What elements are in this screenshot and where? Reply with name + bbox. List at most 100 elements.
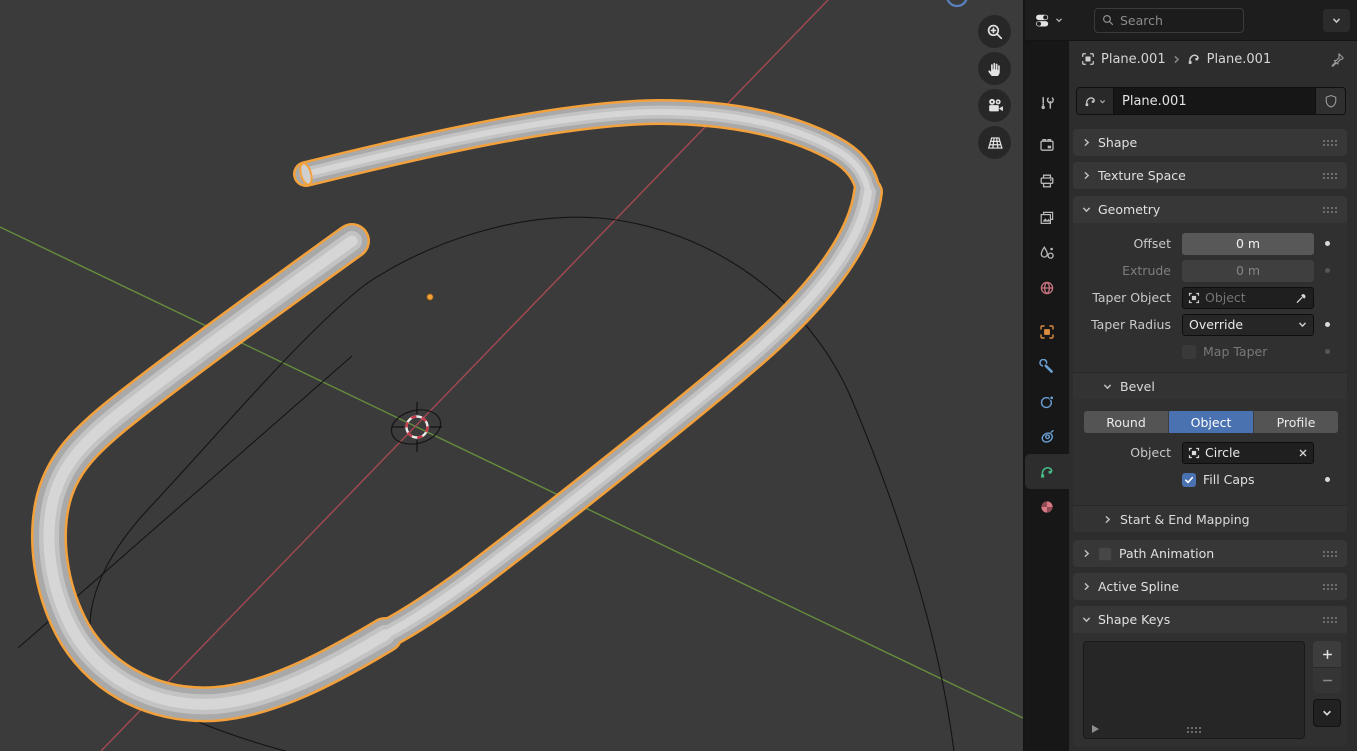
animate-decorator[interactable]	[1325, 349, 1330, 354]
header-options-button[interactable]	[1323, 9, 1350, 32]
tab-material[interactable]	[1025, 489, 1069, 524]
add-icon	[1322, 649, 1333, 660]
tab-output[interactable]	[1025, 163, 1069, 198]
tab-world[interactable]	[1025, 270, 1069, 305]
filter-triangle-icon[interactable]	[1092, 725, 1099, 733]
bevel-mode-segmented: Round Object Profile	[1084, 411, 1338, 433]
datablock-name-field[interactable]: Plane.001	[1114, 88, 1315, 114]
extrude-row: Extrude 0 m	[1073, 259, 1347, 282]
add-shape-key-button[interactable]	[1313, 641, 1341, 667]
viewport-scene	[0, 0, 1023, 751]
remove-shape-key-button[interactable]	[1313, 667, 1341, 693]
bevel-object-field[interactable]: Circle	[1182, 442, 1314, 464]
panel-path-animation-header[interactable]: Path Animation	[1073, 540, 1347, 567]
offset-input[interactable]: 0 m	[1182, 233, 1314, 255]
constraints-icon	[1039, 429, 1055, 445]
physics-icon	[1039, 394, 1055, 410]
object-origin-dot[interactable]	[427, 294, 433, 300]
bevel-subpanel-header[interactable]: Bevel	[1073, 372, 1347, 399]
search-input[interactable]: Search	[1094, 8, 1244, 33]
output-printer-icon	[1039, 173, 1055, 189]
panel-shape-keys-header[interactable]: Shape Keys	[1073, 606, 1347, 633]
zoom-button[interactable]	[978, 15, 1011, 48]
grip-icon[interactable]	[1322, 206, 1338, 213]
bevel-mode-object[interactable]: Object	[1169, 411, 1254, 433]
shape-keys-specials-button[interactable]	[1313, 699, 1341, 727]
3d-viewport[interactable]	[0, 0, 1023, 751]
panel-texture-space-header[interactable]: Texture Space	[1073, 162, 1347, 189]
animate-decorator[interactable]	[1325, 322, 1330, 327]
grip-icon[interactable]	[1322, 583, 1338, 590]
tab-render[interactable]	[1025, 127, 1069, 162]
pan-hand-icon	[986, 60, 1004, 78]
bevel-mode-profile[interactable]: Profile	[1254, 411, 1338, 433]
camera-view-button[interactable]	[978, 89, 1011, 122]
start-end-mapping-header[interactable]: Start & End Mapping	[1073, 505, 1347, 532]
chevron-right-icon	[1082, 171, 1091, 180]
panel-texture-space: Texture Space	[1073, 162, 1347, 189]
chevron-down-icon	[1332, 16, 1341, 25]
curve-data-icon	[1084, 95, 1097, 108]
animate-decorator[interactable]	[1325, 268, 1330, 273]
chevron-down-icon	[1082, 205, 1091, 214]
pin-button[interactable]	[1330, 52, 1345, 67]
bevel-mode-round[interactable]: Round	[1084, 411, 1169, 433]
fill-caps-row: Fill Caps	[1073, 468, 1347, 491]
pan-button[interactable]	[978, 52, 1011, 85]
tab-physics[interactable]	[1025, 384, 1069, 419]
map-taper-checkbox[interactable]	[1182, 345, 1196, 359]
breadcrumb-object[interactable]: Plane.001	[1101, 52, 1166, 67]
eyedropper-icon[interactable]	[1295, 291, 1308, 304]
tab-object-data[interactable]	[1025, 454, 1069, 489]
tab-view-layer[interactable]	[1025, 200, 1069, 235]
datablock-browse-button[interactable]	[1077, 88, 1114, 114]
chevron-right-icon	[1082, 582, 1091, 591]
datablock-selector: Plane.001	[1076, 87, 1346, 115]
panel-path-animation: Path Animation	[1073, 540, 1347, 567]
object-icon	[1081, 52, 1095, 66]
panel-shape: Shape	[1073, 129, 1347, 156]
grip-icon[interactable]	[1322, 550, 1338, 557]
editor-type-button[interactable]	[1032, 10, 1066, 31]
breadcrumb-data[interactable]: Plane.001	[1207, 52, 1272, 67]
taper-radius-row: Taper Radius Override	[1073, 313, 1347, 336]
taper-object-field[interactable]: Object	[1182, 287, 1314, 309]
tab-scene[interactable]	[1025, 235, 1069, 270]
tab-object[interactable]	[1025, 314, 1069, 349]
perspective-toggle-button[interactable]	[978, 126, 1011, 159]
tab-modifiers[interactable]	[1025, 349, 1069, 384]
object-icon	[1039, 324, 1055, 340]
grip-icon[interactable]	[1322, 139, 1338, 146]
tab-constraints[interactable]	[1025, 419, 1069, 454]
clear-x-icon[interactable]	[1298, 448, 1308, 458]
grip-icon[interactable]	[1186, 726, 1202, 733]
chevron-down-icon	[1055, 16, 1063, 24]
tool-icon	[1039, 95, 1055, 111]
shape-keys-list[interactable]	[1083, 641, 1305, 739]
panel-active-spline-header[interactable]: Active Spline	[1073, 573, 1347, 600]
curve-data-icon	[1039, 464, 1055, 480]
chevron-down-icon	[1103, 382, 1112, 391]
search-icon	[1102, 14, 1114, 26]
grip-icon[interactable]	[1322, 616, 1338, 623]
animate-decorator[interactable]	[1325, 241, 1330, 246]
breadcrumb: Plane.001 Plane.001	[1071, 45, 1349, 73]
taper-radius-dropdown[interactable]: Override	[1182, 314, 1314, 336]
fill-caps-checkbox[interactable]	[1182, 473, 1196, 487]
tab-tool[interactable]	[1025, 85, 1069, 120]
properties-tab-strip	[1025, 41, 1069, 751]
properties-header: Search	[1025, 0, 1357, 41]
extrude-input[interactable]: 0 m	[1182, 260, 1314, 282]
chevron-right-icon	[1082, 138, 1091, 147]
panel-shape-header[interactable]: Shape	[1073, 129, 1347, 156]
grip-icon[interactable]	[1322, 172, 1338, 179]
properties-content: Plane.001 Plane.001	[1069, 41, 1357, 751]
panel-geometry-header[interactable]: Geometry	[1073, 196, 1347, 223]
remove-icon	[1322, 675, 1333, 686]
camera-view-icon	[986, 97, 1004, 115]
animate-decorator[interactable]	[1325, 477, 1330, 482]
fake-user-button[interactable]	[1315, 88, 1345, 114]
breadcrumb-separator	[1172, 55, 1181, 64]
path-animation-checkbox[interactable]	[1098, 547, 1112, 561]
specials-chevron-icon	[1322, 708, 1332, 718]
